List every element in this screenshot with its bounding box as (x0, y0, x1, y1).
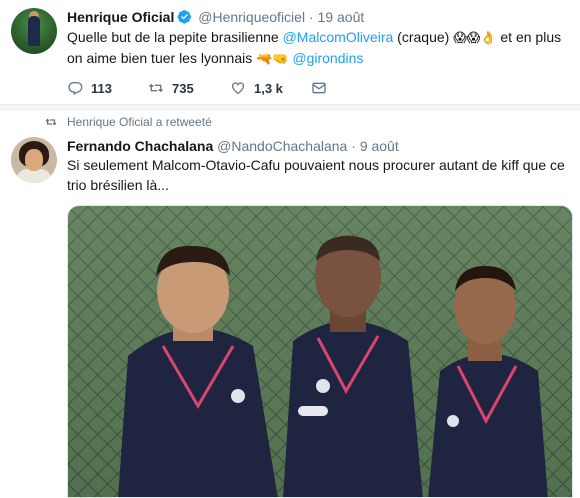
retweet-small-icon (45, 118, 57, 126)
retweet-button[interactable]: 735 (148, 79, 194, 97)
tweet-text: Si seulement Malcom-Otavio-Cafu pouvaien… (67, 157, 565, 193)
tweet-date[interactable]: 19 août (318, 9, 365, 25)
retweet-icon (148, 83, 164, 93)
author-handle[interactable]: @NandoChachalana (217, 138, 347, 154)
tweet-header: Henrique Oficial @Henriqueoficiel · 19 a… (67, 8, 364, 26)
tweet-header: Fernando Chachalana @NandoChachalana · 9… (67, 137, 399, 155)
separator: · (351, 138, 356, 154)
reply-icon (68, 81, 83, 96)
mention-girondins[interactable]: @girondins (292, 50, 363, 66)
separator: · (308, 9, 314, 25)
divider (0, 104, 580, 110)
author-handle[interactable]: @Henriqueoficiel (198, 9, 305, 25)
verified-badge-icon (177, 10, 192, 24)
like-button[interactable]: 1,3 k (230, 79, 283, 97)
like-count: 1,3 k (254, 80, 283, 96)
text-part: (craque) (393, 29, 454, 45)
avatar-henrique[interactable] (11, 8, 57, 54)
emoji-group: 🔫🤜 (256, 51, 289, 66)
reply-button[interactable]: 113 (67, 79, 112, 97)
mention-malcom[interactable]: @MalcomOliveira (283, 29, 394, 45)
dm-button[interactable] (311, 79, 327, 97)
retweet-context-label: Henrique Oficial a retweeté (67, 115, 212, 129)
author-name[interactable]: Fernando Chachalana (67, 138, 213, 154)
heart-icon (232, 82, 244, 95)
envelope-icon (312, 82, 326, 94)
avatar-fernando[interactable] (11, 137, 57, 183)
tweet-date[interactable]: 9 août (360, 138, 399, 154)
tweet-henrique[interactable]: Henrique Oficial @Henriqueoficiel · 19 a… (0, 0, 580, 104)
author-name[interactable]: Henrique Oficial (67, 9, 174, 25)
text-part: Quelle but de la pepite brasilienne (67, 29, 283, 45)
tweet-photo[interactable] (67, 205, 573, 498)
emoji-group: 😱😱👌 (453, 30, 497, 45)
tweet-text: Quelle but de la pepite brasilienne @Mal… (67, 27, 567, 69)
reply-count: 113 (91, 80, 112, 96)
retweet-count: 735 (172, 80, 194, 96)
retweet-context[interactable]: Henrique Oficial a retweeté (45, 114, 212, 130)
